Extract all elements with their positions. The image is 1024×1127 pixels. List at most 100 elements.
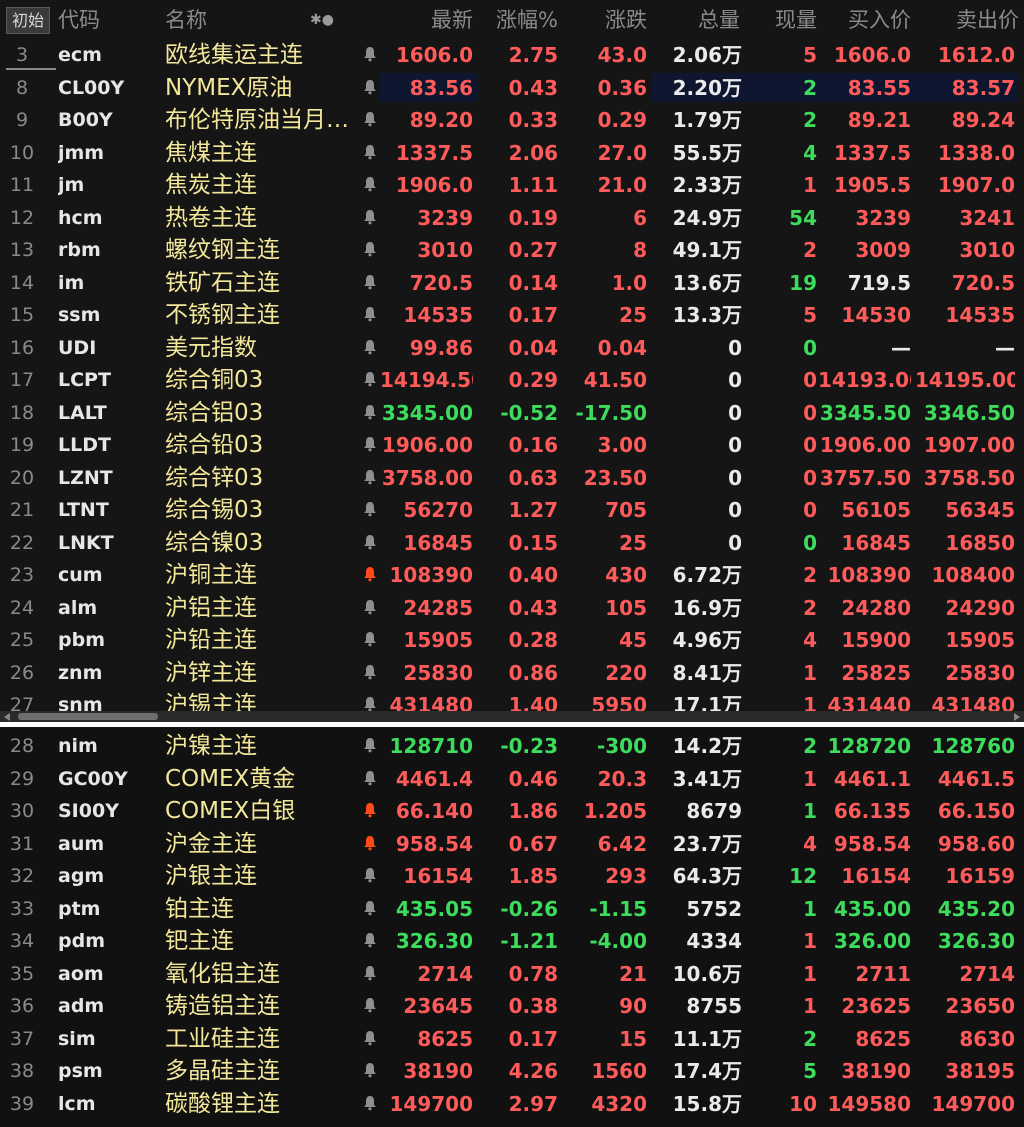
quote-row[interactable]: 17LCPT综合铜0314194.500.2941.500014193.0014… — [0, 363, 1024, 396]
alert-bell-icon[interactable] — [360, 794, 380, 827]
quote-row[interactable]: 38 psm 多晶硅主连 38190 4.26 1560 17.4万 5 38190 38195 — [0, 1054, 1024, 1087]
quote-row[interactable]: 24 alm 沪铝主连 24285 0.43 105 16.9万 2 24280 24290 — [0, 591, 1024, 624]
bell-icon[interactable] — [360, 233, 380, 266]
bell-icon[interactable] — [360, 266, 380, 299]
header-name[interactable]: 名称 — [165, 0, 207, 38]
quote-row[interactable]: 37 sim 工业硅主连 8625 0.17 15 11.1万 2 8625 8630 — [0, 1022, 1024, 1055]
header-current-volume[interactable]: 现量 — [745, 0, 817, 38]
quote-row[interactable]: 18 LALT 综合铝03 3345.00 -0.52 -17.50 0 0 3345.50 33… — [0, 396, 1024, 429]
row-index: 17 — [9, 369, 35, 391]
total-volume: 0 — [728, 400, 742, 425]
alert-bell-icon[interactable] — [360, 827, 380, 860]
quote-row[interactable]: 15 ssm 不锈钢主连 14535 0.17 25 13.3万 5 14530 14535 — [0, 298, 1024, 331]
bell-icon[interactable] — [360, 493, 380, 526]
quote-row[interactable]: 26 znm 沪锌主连 25830 0.86 220 8.41万 1 25825 25830 — [0, 656, 1024, 689]
header-bid[interactable]: 买入价 — [818, 0, 911, 38]
ask-price: 15905 — [945, 628, 1015, 652]
bell-icon[interactable] — [360, 103, 380, 136]
header-alert-symbol[interactable]: ✱● — [310, 0, 334, 38]
bell-icon[interactable] — [360, 989, 380, 1022]
change-percent: 0.14 — [508, 270, 558, 295]
quote-row[interactable]: 23 cum 沪铜主连 108390 0.40 430 6.72万 2 108390 108400 — [0, 558, 1024, 591]
change-amount: 4320 — [591, 1091, 647, 1116]
quote-row[interactable]: 36 adm 铸造铝主连 23645 0.38 90 8755 1 23625 23650 — [0, 989, 1024, 1022]
header-code[interactable]: 代码 — [58, 0, 100, 38]
horizontal-scroll-thumb[interactable] — [18, 713, 158, 720]
total-volume: 17.4万 — [672, 1059, 742, 1083]
quote-row[interactable]: 10 jmm 焦煤主连 1337.5 2.06 27.0 55.5万 4 1337.5 1338.… — [0, 136, 1024, 169]
total-volume: 24.9万 — [672, 205, 742, 230]
bell-icon[interactable] — [360, 136, 380, 169]
total-volume: 15.8万 — [672, 1091, 742, 1116]
quote-row[interactable]: 35 aom 氧化铝主连 2714 0.78 21 10.6万 1 2711 2714 — [0, 957, 1024, 990]
scroll-left-arrow-icon[interactable] — [4, 713, 10, 721]
latest-price: 3345.00 — [381, 400, 473, 425]
horizontal-scrollbar[interactable] — [0, 711, 1024, 722]
quote-row[interactable]: 16 UDI 美元指数 99.86 0.04 0.04 0 0 — — — [0, 331, 1024, 364]
quote-row[interactable]: 39 lcm 碳酸锂主连 149700 2.97 4320 15.8万 10 149580 149… — [0, 1087, 1024, 1120]
bell-icon[interactable] — [360, 729, 380, 762]
header-price[interactable]: 最新 — [380, 0, 473, 38]
bell-icon[interactable] — [360, 1054, 380, 1087]
quote-row[interactable]: 12 hcm 热卷主连 3239 0.19 6 24.9万 54 3239 3241 — [0, 201, 1024, 234]
header-change-pct[interactable]: 涨幅% — [478, 0, 558, 38]
bell-icon[interactable] — [360, 396, 380, 429]
bell-icon[interactable] — [360, 591, 380, 624]
bell-icon[interactable] — [360, 331, 380, 364]
quote-row[interactable]: 14 im 铁矿石主连 720.5 0.14 1.0 13.6万 19 719.5 720.5 — [0, 266, 1024, 299]
quote-row[interactable]: 32 agm 沪银主连 16154 1.85 293 64.3万 12 16154 16159 — [0, 859, 1024, 892]
quote-row[interactable]: 20 LZNT 综合锌03 3758.00 0.63 23.50 0 0 3757.50 3758… — [0, 461, 1024, 494]
quote-row[interactable]: 31 aum 沪金主连 958.54 0.67 6.42 23.7万 4 958.54 958.6… — [0, 827, 1024, 860]
quote-row[interactable]: 29 GC00Y COMEX黄金 4461.4 0.46 20.3 3.41万 1 4461.1… — [0, 762, 1024, 795]
total-volume: 10.6万 — [672, 961, 742, 986]
quote-row[interactable]: 19 LLDT 综合铅03 1906.00 0.16 3.00 0 0 1906.00 1907.… — [0, 428, 1024, 461]
change-amount: -300 — [596, 734, 647, 758]
quote-row[interactable]: 22 LNKT 综合镍03 16845 0.15 25 0 0 16845 16850 — [0, 526, 1024, 559]
quote-row[interactable]: 9 B00Y 布伦特原油当月… 89.20 0.33 0.29 1.79万 2 89.21 89.… — [0, 103, 1024, 136]
scroll-right-arrow-icon[interactable] — [1014, 713, 1020, 721]
alert-bell-icon[interactable] — [360, 558, 380, 591]
bell-icon[interactable] — [360, 71, 380, 104]
header-change[interactable]: 涨跌 — [562, 0, 647, 38]
bell-icon[interactable] — [360, 1022, 380, 1055]
bid-price: — — [891, 335, 911, 360]
bell-icon[interactable] — [360, 461, 380, 494]
quote-row[interactable]: 25 pbm 沪铅主连 15905 0.28 45 4.96万 4 15900 15905 — [0, 623, 1024, 656]
bell-icon[interactable] — [360, 957, 380, 990]
bell-icon[interactable] — [360, 363, 380, 396]
bell-icon[interactable] — [360, 201, 380, 234]
bell-icon[interactable] — [360, 38, 380, 71]
change-percent: 0.16 — [508, 433, 558, 457]
bell-icon[interactable] — [360, 1087, 380, 1120]
quote-row[interactable]: 21 LTNT 综合锡03 56270 1.27 705 0 0 56105 56345 — [0, 493, 1024, 526]
quote-row[interactable]: 33 ptm 铂主连 435.05 -0.26 -1.15 5752 1 435.00 435.2… — [0, 892, 1024, 925]
contract-code: jmm — [58, 141, 105, 164]
quote-row[interactable]: 28 nim 沪镍主连 128710 -0.23 -300 14.2万 2 128720 1287… — [0, 729, 1024, 762]
bell-icon[interactable] — [360, 298, 380, 331]
bell-icon[interactable] — [360, 428, 380, 461]
quote-row[interactable]: 13 rbm 螺纹钢主连 3010 0.27 8 49.1万 2 3009 3010 — [0, 233, 1024, 266]
bell-icon[interactable] — [360, 623, 380, 656]
bell-icon[interactable] — [360, 859, 380, 892]
current-volume: 1 — [803, 896, 817, 921]
bell-icon[interactable] — [360, 762, 380, 795]
header-ask[interactable]: 卖出价 — [915, 0, 1019, 38]
init-button[interactable]: 初始 — [6, 7, 50, 34]
contract-code: cum — [58, 564, 103, 586]
bid-price: 56105 — [841, 498, 911, 522]
quote-row[interactable]: 11 jm 焦炭主连 1906.0 1.11 21.0 2.33万 1 1905.5 1907.0 — [0, 168, 1024, 201]
quote-row[interactable]: 34 pdm 钯主连 326.30 -1.21 -4.00 4334 1 326.00 326.3… — [0, 924, 1024, 957]
bell-icon[interactable] — [360, 168, 380, 201]
bell-icon[interactable] — [360, 924, 380, 957]
bell-icon[interactable] — [360, 892, 380, 925]
quote-row[interactable]: 8 CL00Y NYMEX原油 83.56 0.43 0.36 2.20万 2 83.55 83.… — [0, 71, 1024, 104]
latest-price: 16154 — [403, 864, 473, 888]
bid-price: 16154 — [841, 864, 911, 888]
bell-icon[interactable] — [360, 656, 380, 689]
header-volume[interactable]: 总量 — [650, 0, 740, 38]
latest-price: 1337.5 — [395, 140, 473, 165]
quote-row[interactable]: 3 ecm 欧线集运主连 1606.0 2.75 43.0 2.06万 5 1606.0 1612… — [0, 38, 1024, 71]
quote-row[interactable]: 30 SI00Y COMEX白银 66.140 1.86 1.205 8679 1 66.135… — [0, 794, 1024, 827]
change-percent: 2.97 — [508, 1091, 558, 1116]
bell-icon[interactable] — [360, 526, 380, 559]
